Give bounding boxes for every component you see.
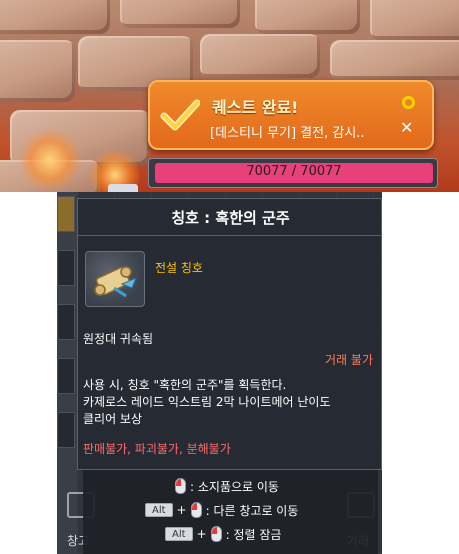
control-hints: : 소지품으로 이동 Alt + : 다른 창고로 이동 Alt + : 정렬 …	[83, 470, 378, 554]
game-scene: 퀘스트 완료! [데스티니 무기] 결전, 감시.. ✕ 70077 / 700…	[0, 0, 459, 192]
scene-brick	[0, 0, 110, 34]
hint-move-to-other-storage: Alt + : 다른 창고로 이동	[145, 500, 298, 520]
right-click-mouse-icon	[190, 502, 202, 518]
alt-key-badge: Alt	[145, 503, 173, 517]
quest-pin-icon[interactable]	[402, 96, 415, 109]
scroll-icon	[94, 266, 137, 298]
quest-complete-notification[interactable]: 퀘스트 완료! [데스티니 무기] 결전, 감시.. ✕	[148, 80, 434, 150]
description-line: 클리어 보상	[83, 412, 143, 426]
item-tooltip: 칭호 : 혹한의 군주 전설 칭호 원정대 귀속됨 거래 불가 사용 시, 칭호…	[77, 198, 382, 470]
right-click-mouse-icon	[175, 478, 186, 494]
plus-sign: +	[196, 527, 207, 541]
hp-bar: 70077 / 70077	[148, 158, 438, 188]
item-icon-frame	[85, 251, 145, 307]
scene-brick	[370, 0, 459, 40]
description-line: 카제로스 레이드 익스트림 2막 나이트메어 난이도	[83, 395, 331, 409]
item-trade-status: 거래 불가	[325, 353, 373, 367]
storage-slot[interactable]	[57, 412, 75, 448]
scene-brick	[200, 34, 320, 78]
hint-text: : 다른 창고로 이동	[205, 503, 299, 518]
skill-slot-icon[interactable]	[108, 184, 138, 192]
storage-slot[interactable]	[57, 304, 75, 340]
storage-panel: 창고 거래 칭호 : 혹한의 군주 전설 칭호 원정대 귀속됨 거래 불가 사용…	[57, 192, 382, 554]
quest-title: 퀘스트 완료!	[212, 98, 299, 117]
item-description: 사용 시, 칭호 "혹한의 군주"를 획득한다. 카제로스 레이드 익스트림 2…	[83, 377, 373, 428]
hint-sort-lock: Alt + : 정렬 잠금	[165, 524, 281, 544]
hp-text: 70077 / 70077	[246, 164, 342, 179]
hint-text: : 정렬 잠금	[225, 527, 282, 542]
storage-slot[interactable]	[57, 250, 75, 286]
title-divider	[78, 235, 382, 236]
tooltip-title: 칭호 : 혹한의 군주	[171, 209, 290, 227]
hint-move-to-inventory: : 소지품으로 이동	[175, 476, 279, 496]
item-grade: 전설 칭호	[155, 261, 203, 275]
plus-sign: +	[176, 503, 187, 517]
item-bound-status: 원정대 귀속됨	[83, 332, 154, 346]
checkmark-icon	[160, 99, 200, 131]
quest-description: [데스티니 무기] 결전, 감시..	[210, 126, 365, 141]
storage-slot[interactable]	[57, 196, 75, 232]
scene-brick	[255, 0, 360, 34]
alt-key-badge: Alt	[165, 527, 193, 541]
scene-brick	[0, 40, 75, 102]
right-click-mouse-icon	[210, 526, 222, 542]
item-restrictions: 판매불가, 파괴불가, 분해불가	[83, 442, 231, 456]
hint-text: : 소지품으로 이동	[190, 479, 279, 494]
scene-brick	[120, 0, 240, 28]
storage-slot[interactable]	[57, 358, 75, 394]
close-icon[interactable]: ✕	[400, 118, 413, 137]
description-line: 사용 시, 칭호 "혹한의 군주"를 획득한다.	[83, 378, 287, 392]
scene-brick	[330, 40, 459, 80]
ember-glow	[20, 130, 80, 190]
